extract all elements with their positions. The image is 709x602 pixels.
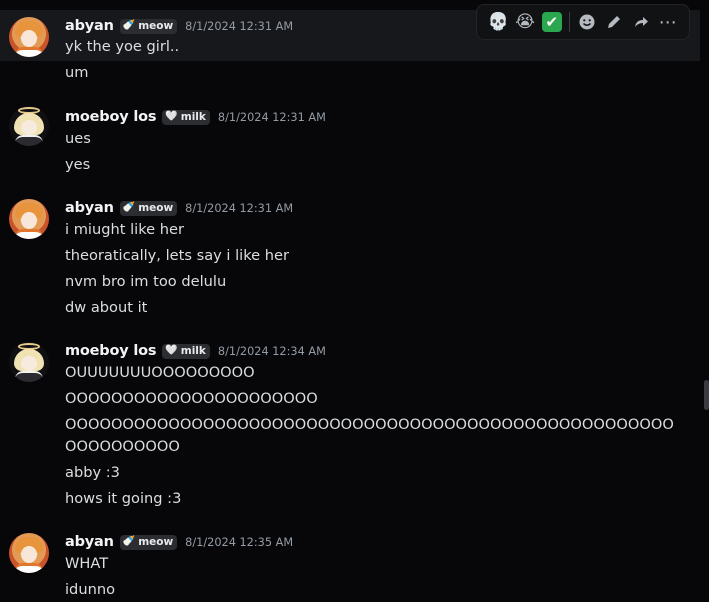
heart-icon: 🤍 [165,345,178,356]
server-tag[interactable]: 🤍 milk [162,109,210,125]
message-text: theoratically, lets say i like her [65,247,289,264]
avatar[interactable] [9,106,49,146]
message-header: abyan 🍼 meow 8/1/2024 12:31 AM [65,198,293,218]
timestamp[interactable]: 8/1/2024 12:31 AM [185,202,293,215]
forward-button[interactable] [628,8,655,36]
toolbar-divider [569,12,571,32]
message-text: i miught like her [65,221,184,238]
skull-icon: 💀 [487,12,509,32]
server-tag-label: milk [180,111,206,123]
username[interactable]: abyan [65,18,114,34]
reply-forward-icon [634,17,648,27]
avatar[interactable] [9,533,49,573]
pencil-icon [608,16,621,28]
more-button[interactable]: ⋯ [654,8,681,36]
timestamp[interactable]: 8/1/2024 12:31 AM [218,111,326,124]
message-text: idunno [65,581,115,598]
scrollbar-thumb[interactable] [704,380,709,410]
timestamp[interactable]: 8/1/2024 12:35 AM [185,536,293,549]
message-header: abyan 🍼 meow 8/1/2024 12:35 AM [65,532,293,552]
server-tag[interactable]: 🍼 meow [119,534,178,550]
message-header: moeboy los 🤍 milk 8/1/2024 12:34 AM [65,341,326,361]
message-header: moeboy los 🤍 milk 8/1/2024 12:31 AM [65,107,326,127]
message-text: dw about it [65,299,148,316]
timestamp[interactable]: 8/1/2024 12:34 AM [218,345,326,358]
username[interactable]: abyan [65,534,114,550]
message-text: yes [65,156,91,173]
sob-reaction-button[interactable]: 😭 [512,8,539,36]
message-text: hows it going :3 [65,490,182,507]
message-text: OOOOOOOOOOOOOOOOOOOOOO [65,390,318,407]
edit-button[interactable] [601,8,628,36]
message-text: OUUUUUUUOOOOOOOOO [65,364,255,381]
chat-message-list: abyan 🍼 meow 8/1/2024 12:31 AM yk the yo… [0,0,709,602]
message-text: yk the yoe girl.. [65,38,180,55]
add-reaction-button[interactable] [574,8,601,36]
username[interactable]: moeboy los [65,109,157,125]
bottle-icon: 🍼 [122,20,136,31]
heart-icon: 🤍 [165,111,178,122]
server-tag[interactable]: 🍼 meow [119,200,178,216]
smile-add-icon [579,14,595,30]
message-text: ues [65,130,91,147]
message-group[interactable]: abyan 🍼 meow 8/1/2024 12:31 AM yk the yo… [0,4,700,61]
message-text: WHAT [65,555,109,572]
message-text: nvm bro im too delulu [65,273,227,290]
bottle-icon: 🍼 [122,202,136,213]
username[interactable]: abyan [65,200,114,216]
server-tag-label: milk [180,345,206,357]
server-tag-label: meow [138,20,174,32]
timestamp[interactable]: 8/1/2024 12:31 AM [185,20,293,33]
bottle-icon: 🍼 [122,536,136,547]
server-tag[interactable]: 🍼 meow [119,18,178,34]
message-header: abyan 🍼 meow 8/1/2024 12:31 AM [65,16,293,36]
server-tag[interactable]: 🤍 milk [162,343,210,359]
username[interactable]: moeboy los [65,343,157,359]
message-text: OOOOOOOOOOOOOOOOOOOOOOOOOOOOOOOOOOOOOOOO… [65,416,674,455]
message-text: abby :3 [65,464,120,481]
check-reaction-button[interactable]: ✔ [538,8,565,36]
server-tag-label: meow [138,536,174,548]
message-text: um [65,64,89,81]
avatar[interactable] [9,342,49,382]
crying-face-icon: 😭 [515,12,536,32]
message-actions-toolbar: 💀 😭 ✔ ⋯ [476,4,690,40]
avatar[interactable] [9,17,49,57]
avatar[interactable] [9,199,49,239]
more-icon: ⋯ [658,11,677,33]
skull-reaction-button[interactable]: 💀 [485,8,512,36]
check-mark-icon: ✔ [541,12,562,32]
server-tag-label: meow [138,202,174,214]
